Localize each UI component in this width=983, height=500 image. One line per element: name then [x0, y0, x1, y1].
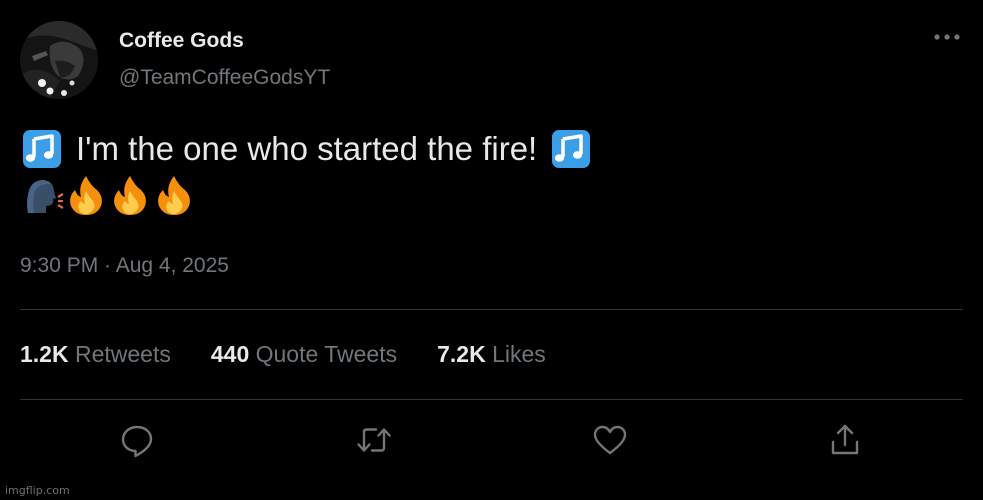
engagement-stats: 1.2K Retweets 440 Quote Tweets 7.2K Like…: [20, 341, 546, 368]
avatar-image: [20, 21, 98, 99]
retweet-icon[interactable]: [354, 420, 394, 460]
tweet-text-line: I'm the one who started the fire!: [76, 130, 538, 167]
speaking-head-icon: [20, 173, 64, 217]
likes-stat[interactable]: 7.2K Likes: [437, 341, 546, 368]
user-handle[interactable]: @TeamCoffeeGodsYT: [119, 66, 330, 90]
reply-icon[interactable]: [117, 420, 157, 460]
tweet-timestamp[interactable]: 9:30 PM · Aug 4, 2025: [20, 254, 229, 278]
likes-count: 7.2K: [437, 341, 493, 367]
more-options-icon[interactable]: [932, 26, 962, 46]
fire-icon: [108, 173, 152, 217]
retweets-label: Retweets: [74, 341, 171, 367]
musical-notes-icon: [549, 127, 593, 171]
likes-label: Likes: [492, 341, 546, 367]
musical-notes-icon: [20, 127, 64, 171]
fire-icon: [64, 173, 108, 217]
tweet-card: Coffee Gods @TeamCoffeeGodsYT I'm the on…: [0, 0, 983, 500]
quote-tweets-count: 440: [210, 341, 256, 367]
tweet-line-2: [20, 172, 593, 218]
retweets-count: 1.2K: [20, 341, 75, 367]
divider: [20, 309, 963, 310]
quote-tweets-stat[interactable]: 440 Quote Tweets: [211, 341, 397, 368]
quote-tweets-label: Quote Tweets: [255, 341, 398, 367]
display-name[interactable]: Coffee Gods: [119, 29, 244, 53]
fire-icon: [152, 173, 196, 217]
divider: [20, 399, 963, 400]
retweets-stat[interactable]: 1.2K Retweets: [20, 341, 171, 368]
like-icon[interactable]: [590, 420, 630, 460]
watermark: imgflip.com: [5, 484, 70, 497]
tweet-text: I'm the one who started the fire!: [20, 126, 593, 218]
avatar[interactable]: [20, 21, 98, 99]
share-icon[interactable]: [825, 420, 865, 460]
action-bar: [0, 420, 983, 460]
tweet-line-1: I'm the one who started the fire!: [20, 126, 593, 172]
